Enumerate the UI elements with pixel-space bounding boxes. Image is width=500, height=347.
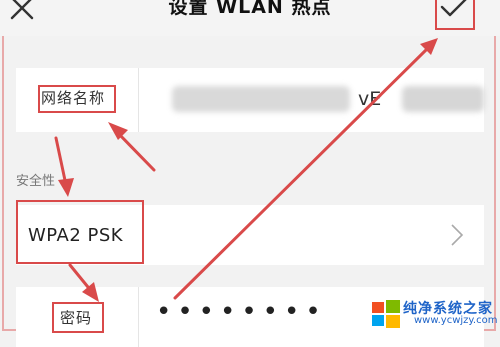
annotation-box-password: [52, 302, 104, 333]
redaction-blur: [172, 86, 350, 112]
watermark-url: www.ycwjzy.com: [414, 315, 498, 326]
security-section-label: 安全性: [16, 174, 56, 189]
network-name-visible-text: vE: [358, 88, 382, 110]
windows-logo-icon: [372, 300, 400, 328]
page-title: 设置 WLAN 热点: [168, 0, 332, 18]
annotation-box-network-name: [38, 85, 116, 113]
screen-frame: [2, 0, 496, 331]
password-field[interactable]: [156, 297, 336, 327]
watermark: 纯净系统之家 www.ycwjzy.com: [370, 296, 498, 332]
header-bar: 设置 WLAN 热点: [0, 0, 500, 36]
redaction-blur: [402, 86, 484, 112]
row-divider: [138, 287, 139, 347]
annotation-box-confirm: [435, 0, 475, 30]
annotation-box-security: [16, 200, 144, 264]
network-name-field[interactable]: vE: [166, 82, 484, 116]
row-divider: [138, 68, 139, 132]
chevron-right-icon: [451, 224, 464, 246]
